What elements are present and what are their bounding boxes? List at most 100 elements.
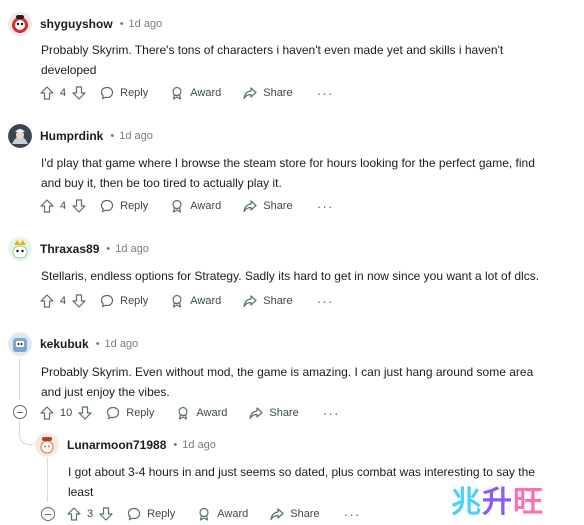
separator-dot: • [106,243,111,255]
downvote-button[interactable] [72,86,86,100]
separator-dot: • [173,439,178,451]
downvote-button[interactable] [78,406,92,420]
username[interactable]: kekubuk [40,337,89,351]
collapse-thread-button[interactable] [41,507,55,521]
share-button[interactable]: Share [243,199,293,213]
thread-connector [19,420,34,445]
timestamp[interactable]: 1d ago [105,338,139,350]
timestamp[interactable]: 1d ago [115,243,149,255]
comment-actions: 4 Reply Award Share ··· [40,82,334,104]
watermark-logo: 兆升旺 [451,477,544,521]
comment-body: Stellaris, endless options for Strategy.… [41,266,561,286]
comment-text: Probably Skyrim. There's tons of charact… [41,43,504,77]
award-label: Award [190,87,222,99]
share-button[interactable]: Share [249,406,299,420]
comment-header: shyguyshow • 1d ago [8,12,162,36]
downvote-icon [99,507,113,521]
more-options-button[interactable]: ··· [317,198,334,214]
separator-dot: • [95,338,100,350]
award-icon [172,199,182,213]
watermark-char: 升 [482,485,513,520]
upvote-button[interactable] [40,294,54,308]
reply-icon [107,406,120,420]
reply-button[interactable]: Reply [100,199,148,213]
award-button[interactable]: Award [176,406,227,420]
comment-body: Probably Skyrim. There's tons of charact… [41,40,521,80]
award-label: Award [190,295,222,307]
avatar[interactable] [35,433,59,457]
downvote-icon [72,294,86,308]
award-button[interactable]: Award [170,294,221,308]
reply-icon [101,86,114,100]
avatar[interactable] [8,124,32,148]
award-icon [172,294,182,308]
more-options-button[interactable]: ··· [344,506,361,522]
reply-button[interactable]: Reply [100,294,148,308]
downvote-button[interactable] [72,199,86,213]
upvote-button[interactable] [40,406,54,420]
timestamp[interactable]: 1d ago [119,130,153,142]
reply-button[interactable]: Reply [100,86,148,100]
reply-label: Reply [120,87,149,99]
reply-button[interactable]: Reply [106,406,154,420]
more-options-button[interactable]: ··· [317,293,334,309]
separator-dot: • [110,130,115,142]
share-button[interactable]: Share [243,294,293,308]
comment-actions: 4 Reply Award Share ··· [40,195,334,217]
share-icon [243,200,257,213]
avatar[interactable] [8,237,32,261]
downvote-button[interactable] [72,294,86,308]
timestamp[interactable]: 1d ago [129,18,163,30]
more-options-button[interactable]: ··· [317,85,334,101]
reply-button[interactable]: Reply [127,507,175,521]
reply-thread-line[interactable] [47,458,48,502]
username[interactable]: Lunarmoon71988 [67,438,166,452]
share-label: Share [263,295,293,307]
separator-dot: • [119,18,124,30]
thread-line[interactable] [19,358,20,400]
downvote-button[interactable] [99,507,113,521]
more-options-button[interactable]: ··· [323,405,340,421]
award-icon [178,406,188,420]
share-label: Share [269,407,299,419]
share-label: Share [263,87,293,99]
award-label: Award [196,407,228,419]
reply-icon [101,294,114,308]
share-button[interactable]: Share [243,86,293,100]
comment-header: kekubuk • 1d ago [8,332,138,356]
upvote-icon [40,86,54,100]
award-icon [199,507,209,521]
downvote-icon [78,406,92,420]
award-button[interactable]: Award [170,199,221,213]
upvote-button[interactable] [40,86,54,100]
watermark-char: 兆 [451,485,482,520]
share-label: Share [290,508,320,520]
downvote-icon [72,199,86,213]
vote-count: 10 [60,407,73,419]
username[interactable]: Thraxas89 [40,242,99,256]
username[interactable]: shyguyshow [40,17,113,31]
share-label: Share [263,200,293,212]
award-button[interactable]: Award [170,86,221,100]
avatar[interactable] [8,12,32,36]
upvote-icon [40,199,54,213]
award-button[interactable]: Award [197,507,248,521]
reply-label: Reply [126,407,155,419]
username[interactable]: Humprdink [40,129,103,143]
share-icon [249,407,263,420]
avatar[interactable] [8,332,32,356]
share-button[interactable]: Share [270,507,320,521]
comment-actions: 3 Reply Award Share ··· [67,503,361,525]
upvote-button[interactable] [67,507,81,521]
vote-count: 4 [60,295,67,307]
timestamp[interactable]: 1d ago [182,439,216,451]
reply-icon [128,507,141,521]
collapse-thread-button[interactable] [13,405,27,419]
comment-body: Probably Skyrim. Even without mod, the g… [41,362,551,402]
upvote-button[interactable] [40,199,54,213]
upvote-icon [67,507,81,521]
comment-text: I'd play that game where I browse the st… [41,156,535,190]
comment-text: Probably Skyrim. Even without mod, the g… [41,365,534,399]
upvote-icon [40,294,54,308]
vote-count: 4 [60,200,67,212]
